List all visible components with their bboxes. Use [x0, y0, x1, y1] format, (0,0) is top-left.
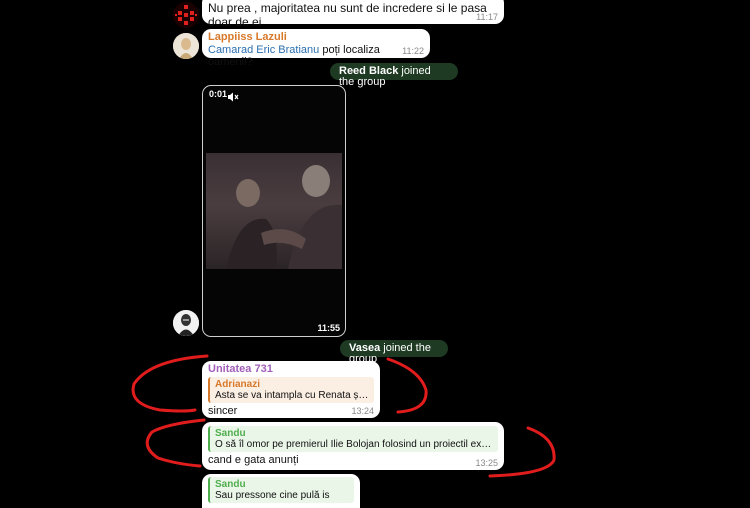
red-annotation-marks — [131, 354, 556, 478]
